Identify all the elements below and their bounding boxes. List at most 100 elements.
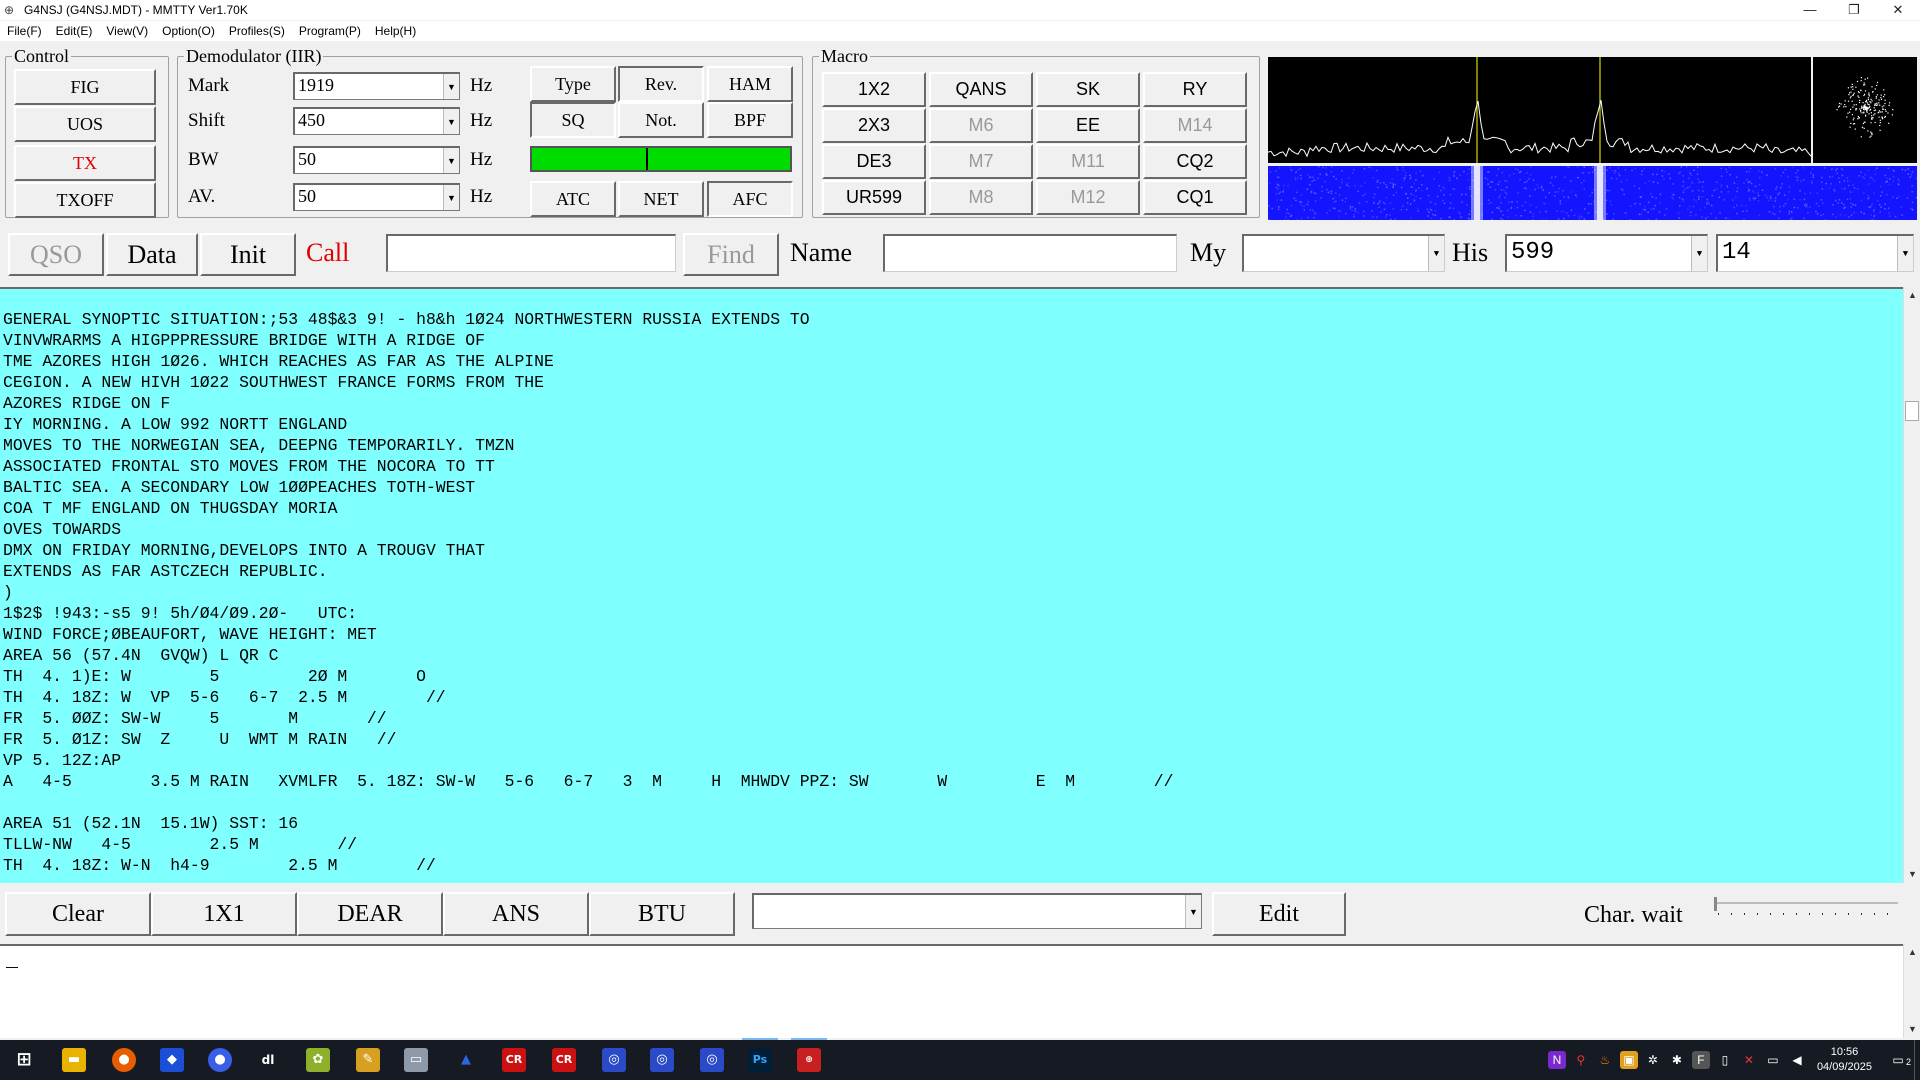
browser-icon[interactable]: ●: [208, 1048, 232, 1072]
edit-button[interactable]: Edit: [1212, 892, 1346, 936]
macro-button-m7[interactable]: M7: [929, 144, 1033, 179]
radio-app-icon-2[interactable]: ◎: [650, 1048, 674, 1072]
flame-tray-icon[interactable]: ♨: [1596, 1051, 1614, 1069]
macro-button-m8[interactable]: M8: [929, 180, 1033, 215]
volume-tray-icon[interactable]: ◀: [1788, 1051, 1806, 1069]
radio-app-icon-1[interactable]: ◎: [602, 1048, 626, 1072]
menu-help[interactable]: Help(H): [368, 24, 423, 38]
menu-program[interactable]: Program(P): [292, 24, 368, 38]
chevron-down-icon[interactable]: ▼: [443, 74, 459, 99]
scroll-down-icon[interactable]: ▼: [1904, 1021, 1920, 1038]
data-button[interactable]: Data: [106, 233, 198, 276]
char-wait-slider[interactable]: [1712, 895, 1902, 923]
qso-button[interactable]: QSO: [8, 233, 104, 276]
macro-button-sk[interactable]: SK: [1036, 72, 1140, 107]
transmit-window[interactable]: _: [0, 944, 1920, 1038]
f-tray-icon[interactable]: F: [1691, 1051, 1710, 1069]
clock[interactable]: 10:56 04/09/2025: [1817, 1045, 1872, 1075]
radio-app-icon-3[interactable]: ◎: [700, 1048, 724, 1072]
macro-button-2x3[interactable]: 2X3: [822, 108, 926, 143]
macro-button-ee[interactable]: EE: [1036, 108, 1140, 143]
cr-app-icon-2[interactable]: CR: [552, 1048, 576, 1072]
macro-combo[interactable]: ▼: [752, 893, 1202, 929]
minimize-button[interactable]: —: [1788, 0, 1832, 20]
ham-button[interactable]: HAM: [707, 66, 793, 102]
av-combo[interactable]: 50 ▼: [293, 183, 460, 211]
macro-button-de3[interactable]: DE3: [822, 144, 926, 179]
mmtty-icon[interactable]: ⊕: [797, 1048, 821, 1072]
chevron-down-icon[interactable]: ▼: [443, 148, 459, 173]
cr-app-icon-1[interactable]: CR: [502, 1048, 526, 1072]
maximize-button[interactable]: ❐: [1832, 0, 1876, 20]
mountain-app-icon[interactable]: ▲: [454, 1048, 478, 1072]
macro-button-m6[interactable]: M6: [929, 108, 1033, 143]
close-button[interactable]: ✕: [1876, 0, 1920, 20]
atc-button[interactable]: ATC: [530, 181, 616, 217]
notifications-icon[interactable]: ▭ 2: [1885, 1051, 1911, 1069]
firefox-icon[interactable]: ●: [112, 1048, 136, 1072]
transmit-scrollbar[interactable]: ▲ ▼: [1903, 944, 1920, 1038]
type-button[interactable]: Type: [530, 66, 616, 102]
sq-button[interactable]: SQ: [530, 102, 616, 138]
my-combo[interactable]: ▼: [1242, 234, 1445, 272]
pencil-app-icon[interactable]: ✎: [356, 1048, 380, 1072]
name-input[interactable]: [883, 234, 1177, 272]
uos-button[interactable]: UOS: [14, 106, 156, 142]
macro-button-ur599[interactable]: UR599: [822, 180, 926, 215]
location-tray-icon[interactable]: ⚲: [1572, 1051, 1590, 1069]
macro-button-m12[interactable]: M12: [1036, 180, 1140, 215]
waterfall-display[interactable]: [1268, 166, 1917, 220]
macro-button-m11[interactable]: M11: [1036, 144, 1140, 179]
net-button[interactable]: NET: [618, 181, 704, 217]
shift-combo[interactable]: 450 ▼: [293, 107, 460, 135]
chevron-down-icon[interactable]: ▼: [1428, 236, 1444, 271]
keyboard-app-icon[interactable]: ▭: [404, 1048, 428, 1072]
chevron-down-icon[interactable]: ▼: [443, 185, 459, 210]
show-desktop[interactable]: [1914, 1040, 1920, 1080]
band-combo[interactable]: 14 ▼: [1716, 234, 1914, 272]
network-tray-icon[interactable]: ▭: [1764, 1051, 1782, 1069]
menu-profiles[interactable]: Profiles(S): [222, 24, 292, 38]
macro-button-m14[interactable]: M14: [1143, 108, 1247, 143]
start-windows-icon[interactable]: ⊞: [12, 1048, 36, 1072]
usb-tray-icon[interactable]: ▯: [1716, 1051, 1734, 1069]
file-explorer-icon[interactable]: ▬: [62, 1048, 86, 1072]
btu-button[interactable]: BTU: [589, 892, 735, 936]
not-button[interactable]: Not.: [618, 102, 704, 138]
receive-scrollbar[interactable]: ▲ ▼: [1903, 287, 1920, 883]
plant-app-icon[interactable]: ✿: [306, 1048, 330, 1072]
dl-app-icon[interactable]: dl: [256, 1048, 280, 1072]
app-tray-icon[interactable]: ▣: [1619, 1051, 1638, 1069]
clear-button[interactable]: Clear: [5, 892, 151, 936]
his-combo[interactable]: 599 ▼: [1505, 234, 1708, 272]
menu-file[interactable]: File(F): [0, 24, 49, 38]
chevron-down-icon[interactable]: ▼: [1185, 895, 1201, 928]
rev-button[interactable]: Rev.: [618, 66, 704, 102]
fig-button[interactable]: FIG: [14, 69, 156, 105]
macro-button-qans[interactable]: QANS: [929, 72, 1033, 107]
menu-edit[interactable]: Edit(E): [49, 24, 100, 38]
bw-combo[interactable]: 50 ▼: [293, 146, 460, 174]
scroll-up-icon[interactable]: ▲: [1904, 944, 1920, 961]
chevron-down-icon[interactable]: ▼: [1691, 236, 1707, 271]
spectrum-display[interactable]: [1267, 57, 1812, 163]
onenote-tray-icon[interactable]: N: [1547, 1051, 1566, 1069]
tx-button[interactable]: TX: [14, 145, 156, 181]
dear-button[interactable]: DEAR: [297, 892, 443, 936]
call-input[interactable]: [386, 234, 676, 272]
menu-view[interactable]: View(V): [99, 24, 155, 38]
menu-option[interactable]: Option(O): [155, 24, 222, 38]
bluetooth-tray-icon[interactable]: ✱: [1668, 1051, 1686, 1069]
scroll-thumb[interactable]: [1905, 401, 1919, 421]
security-tray-icon[interactable]: ✕: [1740, 1051, 1758, 1069]
macro-1x1-button[interactable]: 1X1: [151, 892, 297, 936]
scroll-down-icon[interactable]: ▼: [1904, 866, 1920, 883]
macro-button-ry[interactable]: RY: [1143, 72, 1247, 107]
mark-combo[interactable]: 1919 ▼: [293, 72, 460, 100]
bpf-button[interactable]: BPF: [707, 102, 793, 138]
macro-button-cq2[interactable]: CQ2: [1143, 144, 1247, 179]
chevron-down-icon[interactable]: ▼: [443, 109, 459, 134]
chevron-down-icon[interactable]: ▼: [1897, 236, 1913, 271]
txoff-button[interactable]: TXOFF: [14, 182, 156, 218]
ans-button[interactable]: ANS: [443, 892, 589, 936]
